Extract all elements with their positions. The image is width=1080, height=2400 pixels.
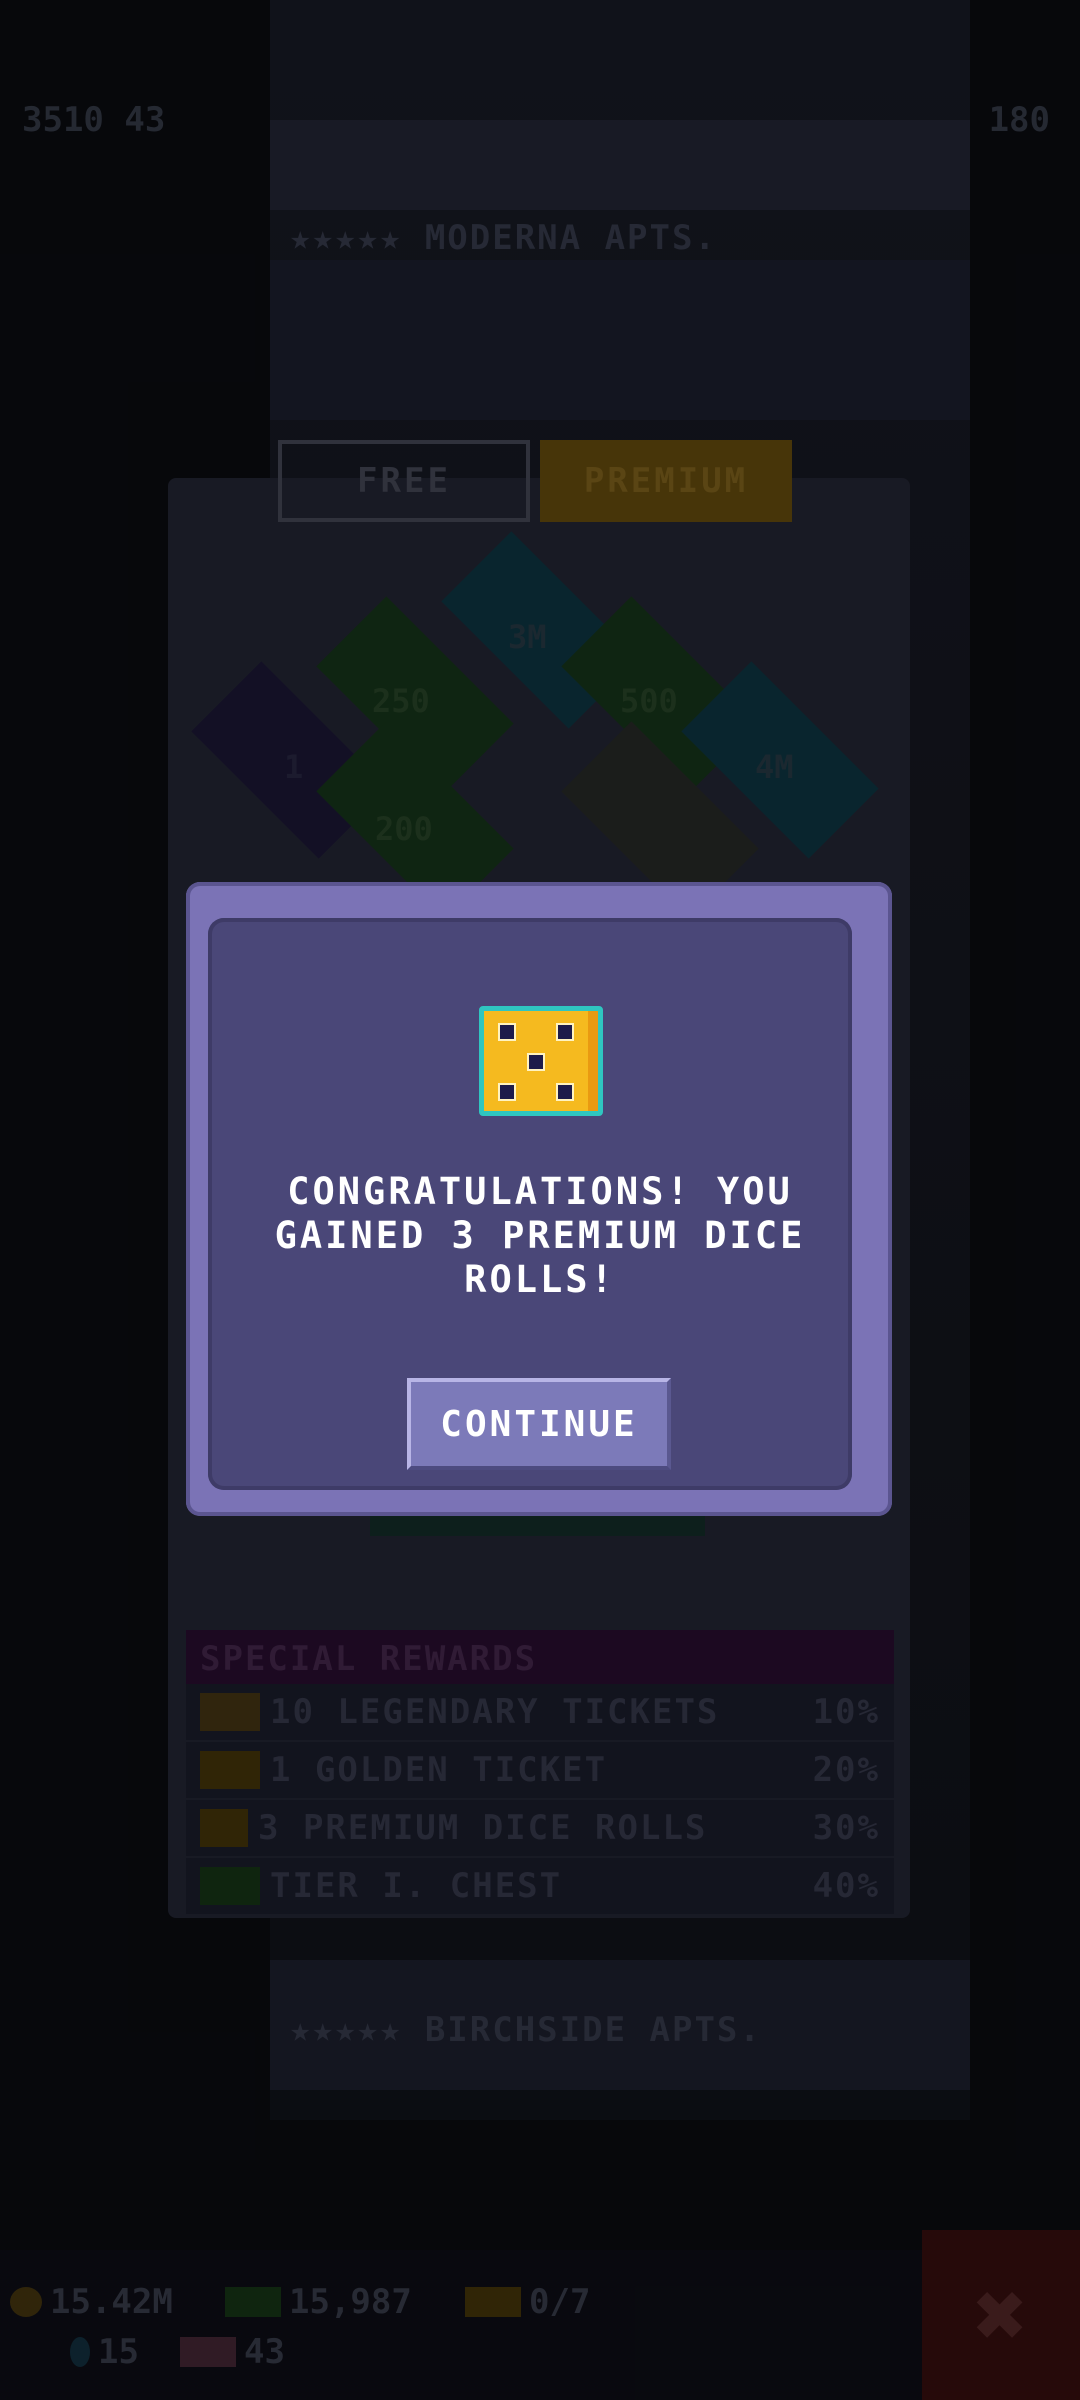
premium-dice-icon [479,1006,603,1116]
congratulations-message: CONGRATULATIONS! YOU GAINED 3 PREMIUM DI… [274,1170,806,1301]
continue-button[interactable]: CONTINUE [407,1378,671,1470]
